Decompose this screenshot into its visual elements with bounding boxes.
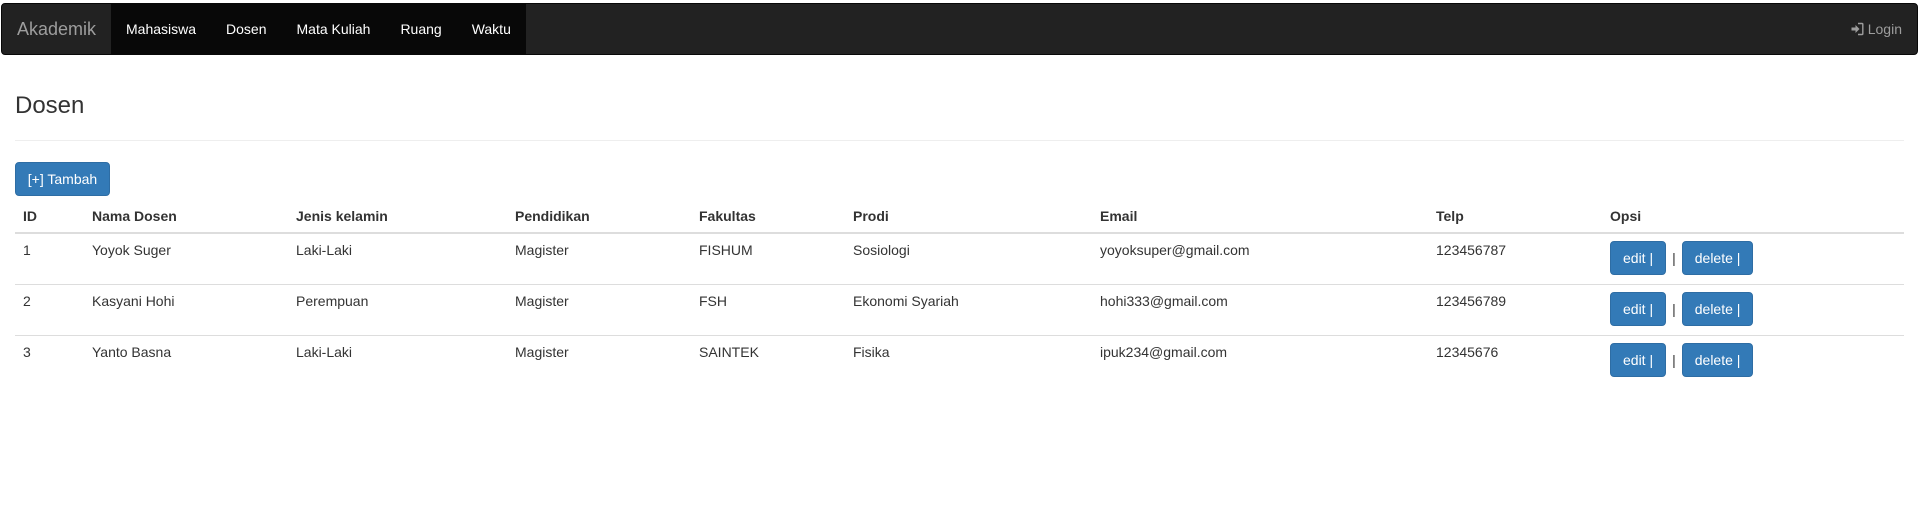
title-divider	[15, 140, 1904, 141]
nav-item-dosen[interactable]: Dosen	[211, 4, 281, 54]
cell-prodi: Fisika	[853, 343, 890, 360]
page-title: Dosen	[15, 92, 85, 119]
table-row: 3 Yanto Basna Laki-Laki Magister SAINTEK…	[15, 335, 1904, 386]
cell-pendidikan: Magister	[515, 343, 569, 360]
navbar-brand[interactable]: Akademik	[2, 4, 111, 54]
dosen-table: ID Nama Dosen Jenis kelamin Pendidikan F…	[15, 200, 1904, 386]
cell-pendidikan: Magister	[507, 233, 691, 285]
table-row: 2 Kasyani Hohi Perempuan Magister FSH Ek…	[15, 284, 1904, 336]
login-link[interactable]: Login	[1835, 4, 1917, 54]
cell-fakultas: FSH	[691, 284, 845, 336]
cell-nama: Yanto Basna	[92, 343, 172, 360]
delete-button[interactable]: delete |	[1681, 291, 1754, 326]
header-pendidikan: Pendidikan	[507, 200, 691, 234]
cell-telp: 123456789	[1428, 284, 1602, 336]
cell-nama: Kasyani Hohi	[84, 284, 288, 336]
action-separator: |	[1672, 300, 1676, 317]
cell-telp: 123456787	[1428, 233, 1602, 285]
edit-button[interactable]: edit |	[1610, 342, 1667, 377]
header-telp: Telp	[1428, 200, 1602, 234]
edit-button[interactable]: edit |	[1610, 241, 1667, 275]
action-separator: |	[1672, 351, 1676, 368]
header-nama-dosen: Nama Dosen	[84, 200, 288, 234]
edit-button[interactable]: edit |	[1610, 291, 1667, 326]
action-separator: |	[1672, 250, 1676, 266]
cell-fakultas: SAINTEK	[699, 343, 759, 360]
cell-email: yoyoksuper@gmail.com	[1092, 233, 1428, 285]
cell-prodi: Sosiologi	[845, 233, 1092, 285]
top-navbar: Akademik Mahasiswa Dosen Mata Kuliah Rua…	[1, 3, 1918, 55]
header-prodi: Prodi	[845, 200, 1092, 234]
cell-opsi: edit | | delete |	[1602, 284, 1904, 336]
table-header-row: ID Nama Dosen Jenis kelamin Pendidikan F…	[15, 200, 1904, 234]
delete-button[interactable]: delete |	[1681, 241, 1754, 275]
nav-item-mahasiswa[interactable]: Mahasiswa	[111, 4, 211, 54]
nav-item-ruang[interactable]: Ruang	[385, 4, 456, 54]
header-id: ID	[15, 200, 84, 234]
cell-jenis-kelamin: Laki-Laki	[288, 233, 507, 285]
cell-id: 1	[15, 233, 84, 285]
cell-id: 2	[15, 284, 84, 336]
nav-menu: Mahasiswa Dosen Mata Kuliah Ruang Waktu	[111, 4, 526, 54]
nav-item-waktu[interactable]: Waktu	[457, 4, 526, 54]
cell-jenis-kelamin: Perempuan	[288, 284, 507, 336]
cell-email: ipuk234@gmail.com	[1100, 343, 1228, 360]
table-row: 1 Yoyok Suger Laki-Laki Magister FISHUM …	[15, 233, 1904, 285]
cell-email: hohi333@gmail.com	[1092, 284, 1428, 336]
header-fakultas: Fakultas	[691, 200, 845, 234]
nav-item-mata-kuliah[interactable]: Mata Kuliah	[282, 4, 386, 54]
cell-jenis-kelamin: Laki-Laki	[296, 343, 353, 360]
cell-opsi: edit | | delete |	[1602, 335, 1904, 386]
cell-fakultas: FISHUM	[691, 233, 845, 285]
cell-id: 3	[23, 343, 31, 360]
header-jenis-kelamin: Jenis kelamin	[288, 200, 507, 234]
cell-nama: Yoyok Suger	[84, 233, 288, 285]
cell-pendidikan: Magister	[507, 284, 691, 336]
cell-prodi: Ekonomi Syariah	[845, 284, 1092, 336]
header-email: Email	[1092, 200, 1428, 234]
cell-telp: 12345676	[1436, 343, 1499, 360]
cell-opsi: edit | | delete |	[1602, 233, 1904, 285]
login-label: Login	[1867, 21, 1902, 37]
add-dosen-button[interactable]: [+] Tambah	[15, 162, 110, 196]
header-opsi: Opsi	[1602, 200, 1904, 234]
login-icon	[1851, 22, 1864, 36]
delete-button[interactable]: delete |	[1681, 342, 1754, 377]
